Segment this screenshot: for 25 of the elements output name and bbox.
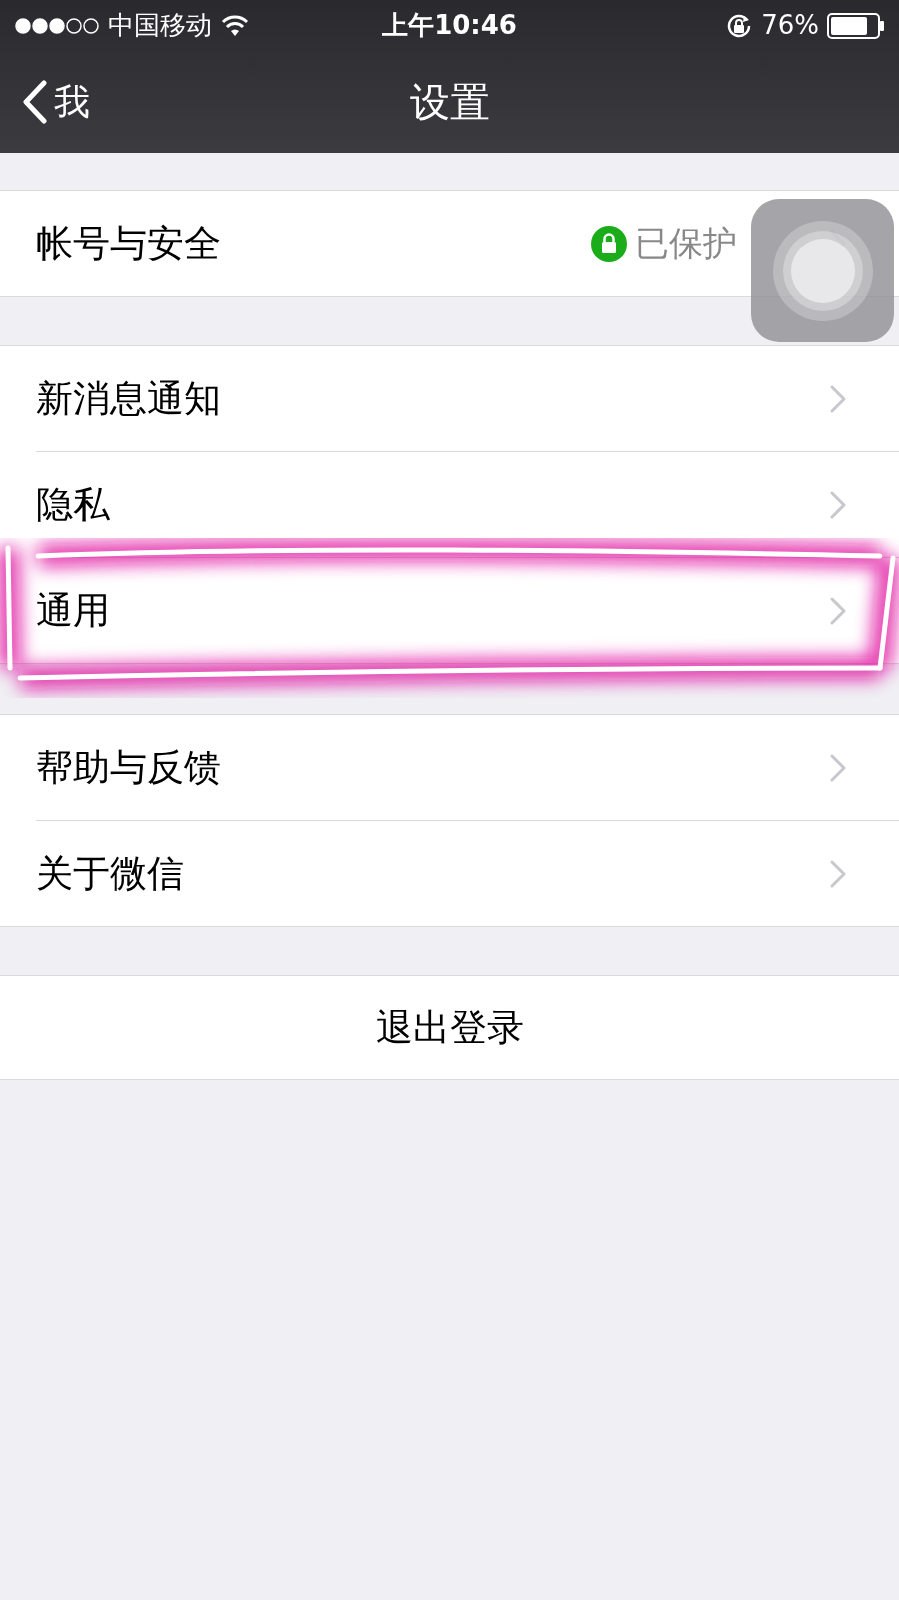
battery-label: 76% xyxy=(761,9,819,42)
page-title: 设置 xyxy=(409,78,490,127)
back-icon xyxy=(22,80,48,124)
logout-button[interactable]: 退出登录 xyxy=(0,976,899,1079)
battery-icon xyxy=(827,12,885,39)
wifi-icon xyxy=(220,14,250,37)
signal-icon xyxy=(14,16,100,35)
time-label: 上午10:46 xyxy=(382,9,517,42)
row-value: 已保护 xyxy=(635,222,737,265)
lock-icon xyxy=(591,225,627,262)
chevron-icon xyxy=(829,858,847,889)
row-label: 关于微信 xyxy=(36,850,185,897)
chevron-icon xyxy=(829,489,847,520)
assistive-touch-button[interactable] xyxy=(751,199,894,342)
circle-icon xyxy=(770,218,875,323)
row-label: 新消息通知 xyxy=(36,375,222,422)
chevron-icon xyxy=(829,752,847,783)
row-label: 隐私 xyxy=(36,481,111,528)
back-button[interactable]: 我 xyxy=(22,75,90,129)
row-label: 通用 xyxy=(36,587,111,634)
row-label: 帮助与反馈 xyxy=(36,744,222,791)
chevron-icon xyxy=(829,595,847,626)
row-label: 帐号与安全 xyxy=(36,220,222,267)
carrier-label: 中国移动 xyxy=(108,9,212,42)
chevron-icon xyxy=(829,383,847,414)
